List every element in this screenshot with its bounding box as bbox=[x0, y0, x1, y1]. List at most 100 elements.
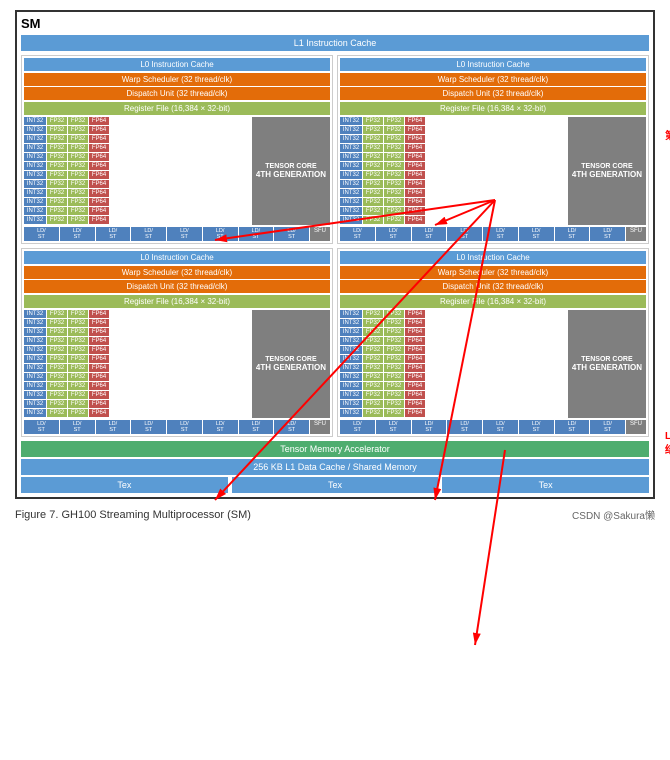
int32: INT32 bbox=[24, 126, 46, 134]
dispatch-unit-tr: Dispatch Unit (32 thread/clk) bbox=[340, 87, 646, 100]
tex-2: Tex bbox=[232, 477, 439, 493]
fp64: FP64 bbox=[89, 135, 109, 143]
fp32: FP32 bbox=[68, 198, 88, 206]
fp32: FP32 bbox=[68, 126, 88, 134]
int32: INT32 bbox=[24, 180, 46, 188]
int32: INT32 bbox=[24, 171, 46, 179]
fp32: FP32 bbox=[47, 117, 67, 125]
diagram-wrapper: SM L1 Instruction Cache L0 Instruction C… bbox=[10, 10, 660, 522]
fp32: FP32 bbox=[68, 207, 88, 215]
csdn-label: CSDN @Sakura懒 bbox=[572, 507, 655, 522]
annotation-l1-cache: L1数据cache与 共享内存结合 bbox=[665, 430, 670, 458]
fp32: FP32 bbox=[68, 171, 88, 179]
fp32: FP32 bbox=[47, 126, 67, 134]
tensor-core-br: TENSOR CORE 4TH GENERATION bbox=[568, 310, 646, 418]
l1-data-cache: 256 KB L1 Data Cache / Shared Memory bbox=[21, 459, 649, 475]
warp-scheduler-bl: Warp Scheduler (32 thread/clk) bbox=[24, 266, 330, 279]
int-fp-grid-tr: INT32FP32FP32FP64 INT32FP32FP32FP64 INT3… bbox=[340, 117, 566, 225]
fp32: FP32 bbox=[47, 144, 67, 152]
row-1: INT32FP32FP32FP64 bbox=[24, 117, 250, 125]
row-10: INT32FP32FP32FP64 bbox=[24, 198, 250, 206]
tensor-memory-accelerator: Tensor Memory Accelerator bbox=[21, 441, 649, 457]
tensor-core-tr: TENSOR CORE 4TH GENERATION bbox=[568, 117, 646, 225]
tex-1: Tex bbox=[21, 477, 228, 493]
compute-area-bl: INT32FP32FP32FP64 INT32FP32FP32FP64 INT3… bbox=[24, 310, 330, 418]
fp32: FP32 bbox=[47, 198, 67, 206]
register-file-br: Register File (16,384 × 32-bit) bbox=[340, 295, 646, 308]
fp32: FP32 bbox=[47, 171, 67, 179]
l0-cache-br: L0 Instruction Cache bbox=[340, 251, 646, 264]
compute-area-tr: INT32FP32FP32FP64 INT32FP32FP32FP64 INT3… bbox=[340, 117, 646, 225]
fp32: FP32 bbox=[47, 216, 67, 224]
row-9: INT32FP32FP32FP64 bbox=[24, 189, 250, 197]
row-6: INT32FP32FP32FP64 bbox=[24, 162, 250, 170]
fp32: FP32 bbox=[68, 189, 88, 197]
bottom-quadrant-row: L0 Instruction Cache Warp Scheduler (32 … bbox=[21, 248, 649, 437]
row-7: INT32FP32FP32FP64 bbox=[24, 171, 250, 179]
int32: INT32 bbox=[24, 207, 46, 215]
ld-st-row-tl: LD/ST LD/ST LD/ST LD/ST LD/ST LD/ST LD/S… bbox=[24, 227, 330, 241]
compute-area-tl: INT32FP32FP32FP64 INT32FP32FP32FP64 INT3… bbox=[24, 117, 330, 225]
tensor-core-tl: TENSOR CORE 4TH GENERATION bbox=[252, 117, 330, 225]
fp32: FP32 bbox=[47, 189, 67, 197]
quadrant-bottom-left: L0 Instruction Cache Warp Scheduler (32 … bbox=[21, 248, 333, 437]
fp32: FP32 bbox=[68, 153, 88, 161]
quadrant-bottom-right: L0 Instruction Cache Warp Scheduler (32 … bbox=[337, 248, 649, 437]
fp32: FP32 bbox=[47, 162, 67, 170]
fp32: FP32 bbox=[47, 153, 67, 161]
quadrant-top-right: L0 Instruction Cache Warp Scheduler (32 … bbox=[337, 55, 649, 244]
warp-scheduler-br: Warp Scheduler (32 thread/clk) bbox=[340, 266, 646, 279]
int-fp-grid-br: INT32FP32FP32FP64 INT32FP32FP32FP64 INT3… bbox=[340, 310, 566, 418]
sm-outer-wrapper: SM L1 Instruction Cache L0 Instruction C… bbox=[15, 10, 655, 499]
figure-caption: Figure 7. GH100 Streaming Multiprocessor… bbox=[15, 507, 655, 522]
l0-cache-tl: L0 Instruction Cache bbox=[24, 58, 330, 71]
row-8: INT32FP32FP32FP64 bbox=[24, 180, 250, 188]
int32: INT32 bbox=[24, 135, 46, 143]
dispatch-unit-br: Dispatch Unit (32 thread/clk) bbox=[340, 280, 646, 293]
l0-cache-tr: L0 Instruction Cache bbox=[340, 58, 646, 71]
ld-st-row-bl: LD/ST LD/ST LD/ST LD/ST LD/ST LD/ST LD/S… bbox=[24, 420, 330, 434]
fp32: FP32 bbox=[68, 216, 88, 224]
compute-area-br: INT32FP32FP32FP64 INT32FP32FP32FP64 INT3… bbox=[340, 310, 646, 418]
register-file-bl: Register File (16,384 × 32-bit) bbox=[24, 295, 330, 308]
l1-instruction-cache: L1 Instruction Cache bbox=[21, 35, 649, 51]
dispatch-unit-bl: Dispatch Unit (32 thread/clk) bbox=[24, 280, 330, 293]
row-4: INT32FP32FP32FP64 bbox=[24, 144, 250, 152]
fp32: FP32 bbox=[47, 180, 67, 188]
fp64: FP64 bbox=[89, 144, 109, 152]
fp32: FP32 bbox=[68, 180, 88, 188]
ld-st-row-br: LD/ST LD/ST LD/ST LD/ST LD/ST LD/ST LD/S… bbox=[340, 420, 646, 434]
row-12: INT32FP32FP32FP64 bbox=[24, 216, 250, 224]
figure-caption-wrapper: Figure 7. GH100 Streaming Multiprocessor… bbox=[15, 507, 655, 522]
fp32: FP32 bbox=[47, 135, 67, 143]
dispatch-unit-tl: Dispatch Unit (32 thread/clk) bbox=[24, 87, 330, 100]
int32: INT32 bbox=[24, 198, 46, 206]
fp64: FP64 bbox=[89, 153, 109, 161]
fp64: FP64 bbox=[89, 126, 109, 134]
fp32: FP32 bbox=[68, 162, 88, 170]
fp64: FP64 bbox=[89, 171, 109, 179]
warp-scheduler-tl: Warp Scheduler (32 thread/clk) bbox=[24, 73, 330, 86]
page: SM L1 Instruction Cache L0 Instruction C… bbox=[0, 0, 670, 532]
row-5: INT32FP32FP32FP64 bbox=[24, 153, 250, 161]
row-11: INT32FP32FP32FP64 bbox=[24, 207, 250, 215]
int32: INT32 bbox=[24, 216, 46, 224]
int-fp-grid-tl: INT32FP32FP32FP64 INT32FP32FP32FP64 INT3… bbox=[24, 117, 250, 225]
register-file-tr: Register File (16,384 × 32-bit) bbox=[340, 102, 646, 115]
annotation-tensor-core: 第四代张量核心 bbox=[665, 130, 670, 144]
figure-caption-text: Figure 7. GH100 Streaming Multiprocessor… bbox=[15, 509, 251, 521]
int32: INT32 bbox=[24, 144, 46, 152]
fp64: FP64 bbox=[89, 207, 109, 215]
fp64: FP64 bbox=[89, 162, 109, 170]
fp64: FP64 bbox=[89, 180, 109, 188]
tex-3: Tex bbox=[442, 477, 649, 493]
fp32: FP32 bbox=[47, 207, 67, 215]
top-quadrant-row: L0 Instruction Cache Warp Scheduler (32 … bbox=[21, 55, 649, 244]
fp64: FP64 bbox=[89, 189, 109, 197]
fp32: FP32 bbox=[68, 144, 88, 152]
register-file-tl: Register File (16,384 × 32-bit) bbox=[24, 102, 330, 115]
fp32: FP32 bbox=[68, 135, 88, 143]
int32: INT32 bbox=[24, 153, 46, 161]
int-fp-grid-bl: INT32FP32FP32FP64 INT32FP32FP32FP64 INT3… bbox=[24, 310, 250, 418]
fp64: FP64 bbox=[89, 117, 109, 125]
